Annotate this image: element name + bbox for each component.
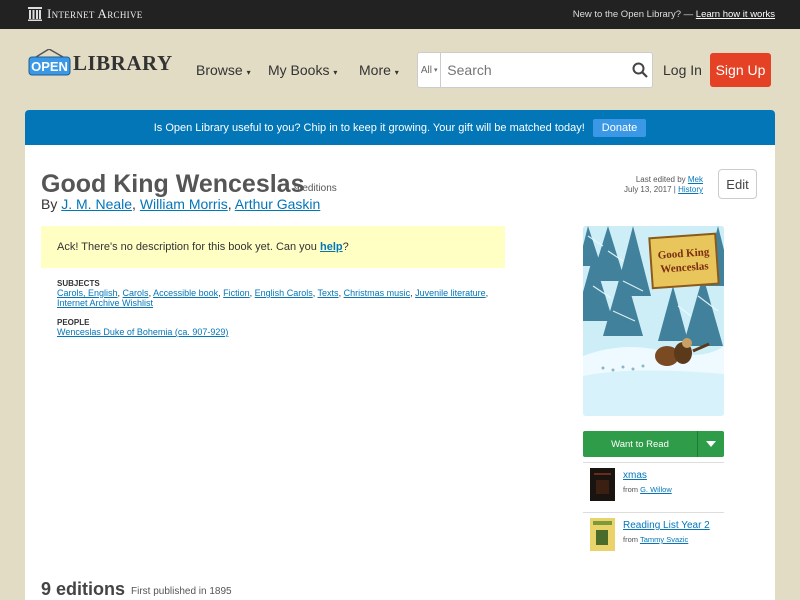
subject-link[interactable]: English Carols: [255, 288, 313, 298]
list-owner: from Tammy Svazic: [623, 535, 688, 544]
from-label: from: [623, 535, 638, 544]
list-item: Reading List Year 2 from Tammy Svazic: [583, 512, 724, 558]
list-owner-link[interactable]: Tammy Svazic: [640, 535, 688, 544]
new-user-text: New to the Open Library? —: [572, 9, 694, 20]
nav-my-books[interactable]: My Books ▾: [268, 62, 337, 78]
search-input[interactable]: [441, 53, 629, 87]
svg-text:OPEN: OPEN: [31, 59, 68, 74]
login-link[interactable]: Log In: [663, 62, 702, 78]
signup-button[interactable]: Sign Up: [710, 53, 771, 87]
last-edited-label: Last edited by: [635, 175, 686, 184]
subject-link[interactable]: Internet Archive Wishlist: [57, 298, 153, 308]
caret-down-icon: [706, 441, 716, 447]
want-to-read-button-group: Want to Read: [583, 431, 724, 457]
donate-button[interactable]: Donate: [592, 118, 647, 137]
list-owner: from G. Willow: [623, 485, 672, 494]
book-title: Good King Wenceslas: [41, 170, 305, 198]
history-link[interactable]: History: [678, 185, 703, 194]
caret-down-icon: ▾: [394, 68, 399, 77]
list-item: xmas from G. Willow: [583, 462, 724, 508]
no-description-text: Ack! There's no description for this boo…: [57, 241, 317, 253]
ia-brand-text: Internet Archive: [47, 6, 143, 21]
subjects-heading: SUBJECTS: [57, 279, 100, 288]
last-edited-info: Last edited by Mek July 13, 2017 | Histo…: [623, 175, 703, 194]
book-cover[interactable]: Good King Wenceslas: [583, 226, 724, 416]
book-cover-illustration: Good King Wenceslas: [583, 226, 724, 416]
nav-my-books-label: My Books: [268, 62, 330, 78]
subject-link[interactable]: Christmas music: [344, 288, 411, 298]
reading-log-dropdown[interactable]: [697, 431, 724, 457]
from-label: from: [623, 485, 638, 494]
editions-count: 9 editions: [294, 183, 337, 194]
help-link[interactable]: help: [320, 241, 343, 253]
editions-heading: 9 editions: [41, 579, 126, 599]
subject-link[interactable]: Texts: [318, 288, 339, 298]
caret-down-icon: ▾: [333, 68, 338, 77]
people-heading: PEOPLE: [57, 318, 90, 327]
subject-link[interactable]: Accessible book: [153, 288, 218, 298]
author-link[interactable]: J. M. Neale: [61, 196, 132, 212]
banner-text: Is Open Library useful to you? Chip in t…: [153, 121, 585, 134]
person-link[interactable]: Wenceslas Duke of Bohemia (ca. 907-929): [57, 327, 228, 337]
search-box: All ▾: [417, 52, 653, 88]
ia-top-bar: Internet Archive New to the Open Library…: [0, 0, 800, 29]
ia-building-icon: [28, 7, 42, 21]
list-thumbnail[interactable]: [590, 518, 615, 551]
last-edited-date: July 13, 2017: [623, 185, 672, 194]
search-icon: [632, 62, 648, 78]
first-published: First published in 1895: [131, 586, 232, 597]
nav-browse[interactable]: Browse ▾: [196, 62, 251, 78]
subject-link[interactable]: Carols, English: [57, 288, 118, 298]
caret-down-icon: ▾: [246, 68, 251, 77]
caret-down-icon: ▾: [433, 67, 438, 74]
author-link[interactable]: William Morris: [140, 196, 228, 212]
ia-logo[interactable]: Internet Archive: [27, 6, 143, 22]
nav-more-label: More: [359, 62, 391, 78]
want-to-read-button[interactable]: Want to Read: [583, 431, 697, 457]
subject-link[interactable]: Fiction: [223, 288, 250, 298]
nav-more[interactable]: More ▾: [359, 62, 399, 78]
author-byline: By J. M. Neale, William Morris, Arthur G…: [41, 196, 321, 212]
list-thumbnail[interactable]: [590, 468, 615, 501]
library-wordmark: LIBRARY: [73, 50, 173, 75]
learn-how-link[interactable]: Learn how it works: [696, 9, 775, 20]
author-link[interactable]: Arthur Gaskin: [235, 196, 321, 212]
list-name-link[interactable]: Reading List Year 2: [623, 520, 710, 531]
nav-browse-label: Browse: [196, 62, 243, 78]
search-scope-label: All: [420, 64, 432, 76]
list-owner-link[interactable]: G. Willow: [640, 485, 672, 494]
open-library-logo[interactable]: OPEN LIBRARY: [28, 48, 173, 77]
edit-button[interactable]: Edit: [718, 169, 757, 199]
search-scope-select[interactable]: All ▾: [418, 53, 442, 87]
subject-link[interactable]: Juvenile literature: [415, 288, 486, 298]
donation-banner: Is Open Library useful to you? Chip in t…: [25, 110, 775, 145]
search-button[interactable]: [628, 53, 652, 87]
editor-link[interactable]: Mek: [688, 175, 703, 184]
by-label: By: [41, 196, 58, 212]
no-description-notice: Ack! There's no description for this boo…: [41, 226, 505, 268]
list-name-link[interactable]: xmas: [623, 470, 647, 481]
ia-new-user-text: New to the Open Library? — Learn how it …: [573, 9, 775, 20]
subject-link[interactable]: Carols: [123, 288, 149, 298]
people-list: Wenceslas Duke of Bohemia (ca. 907-929): [57, 327, 228, 337]
open-sign-icon: OPEN: [28, 48, 71, 77]
subjects-list: Carols, English, Carols, Accessible book…: [57, 288, 489, 308]
